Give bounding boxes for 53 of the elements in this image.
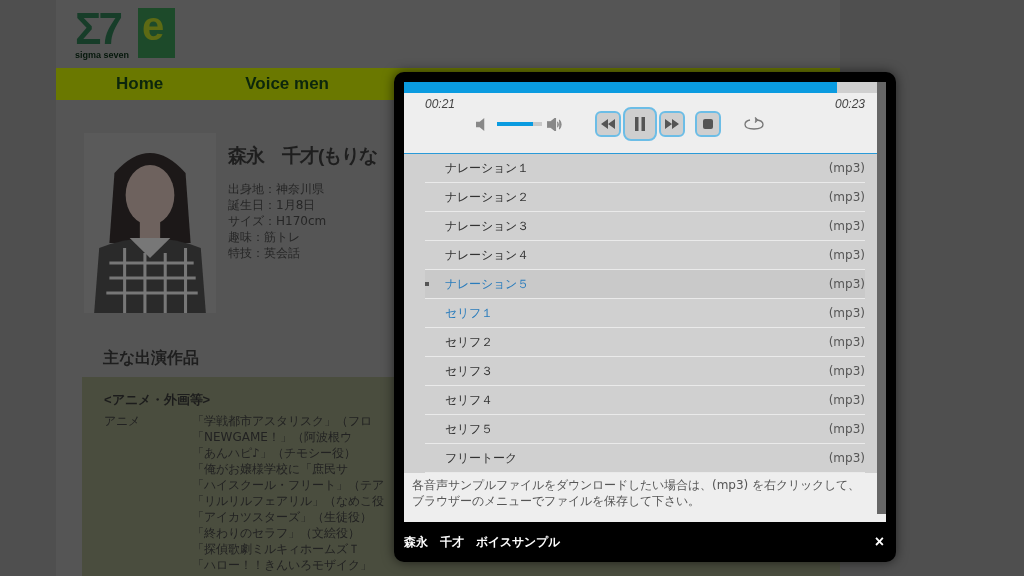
playlist-item[interactable]: セリフ１ (mp3) (425, 299, 865, 328)
track-name: ナレーション３ (445, 217, 530, 235)
playlist-item[interactable]: セリフ５ (mp3) (425, 415, 865, 444)
rewind-icon (601, 119, 615, 129)
track-name: セリフ４ (445, 391, 494, 409)
track-format: (mp3) (828, 306, 865, 320)
duration-time: 00:23 (834, 97, 865, 111)
volume-icon[interactable] (547, 117, 564, 131)
forward-button[interactable] (659, 111, 685, 137)
elapsed-time: 00:21 (425, 97, 456, 111)
track-name: セリフ１ (445, 304, 494, 322)
track-name: セリフ２ (445, 333, 494, 351)
repeat-icon[interactable] (744, 117, 764, 131)
logo-badge: e (137, 8, 175, 58)
playlist-item[interactable]: ナレーション５ (mp3) (425, 270, 865, 299)
playlist-item[interactable]: セリフ３ (mp3) (425, 357, 865, 386)
track-format: (mp3) (828, 190, 865, 204)
track-format: (mp3) (828, 277, 865, 291)
download-note: 各音声サンプルファイルをダウンロードしたい場合は、(mp3) を右クリックして、ブラウザーのメニューでファイルを保存して下さい。 (412, 477, 862, 509)
close-button[interactable]: × (872, 533, 886, 551)
track-name: ナレーション５ (445, 275, 530, 293)
track-name: セリフ５ (445, 420, 494, 438)
scrollbar[interactable] (877, 82, 886, 514)
rewind-button[interactable] (595, 111, 621, 137)
volume-track[interactable] (497, 122, 542, 126)
playlist-item[interactable]: フリートーク (mp3) (425, 444, 865, 473)
mute-icon[interactable] (476, 117, 487, 131)
track-format: (mp3) (828, 219, 865, 233)
track-format: (mp3) (828, 248, 865, 262)
fast-forward-icon (665, 119, 679, 129)
playlist-item[interactable]: セリフ２ (mp3) (425, 328, 865, 357)
track-format: (mp3) (828, 335, 865, 349)
logo-caption: sigma seven (75, 50, 131, 60)
playlist-item[interactable]: ナレーション２ (mp3) (425, 183, 865, 212)
track-format: (mp3) (828, 364, 865, 378)
track-name: ナレーション２ (445, 188, 530, 206)
playlist-item[interactable]: セリフ４ (mp3) (425, 386, 865, 415)
playlist-item[interactable]: ナレーション３ (mp3) (425, 212, 865, 241)
logo-mark: Σ7 (75, 8, 122, 50)
playlist-item[interactable]: ナレーション１ (mp3) (425, 154, 865, 183)
track-name: フリートーク (445, 449, 518, 467)
track-name: ナレーション１ (445, 159, 530, 177)
pause-icon (635, 117, 645, 131)
track-format: (mp3) (828, 393, 865, 407)
stop-icon (703, 119, 713, 129)
stop-button[interactable] (695, 111, 721, 137)
play-pause-button[interactable] (623, 107, 657, 141)
track-format: (mp3) (828, 451, 865, 465)
track-name: ナレーション４ (445, 246, 530, 264)
track-format: (mp3) (828, 422, 865, 436)
track-format: (mp3) (828, 161, 865, 175)
track-name: セリフ３ (445, 362, 494, 380)
lightbox-title: 森永 千才 ボイスサンプル (404, 533, 560, 551)
